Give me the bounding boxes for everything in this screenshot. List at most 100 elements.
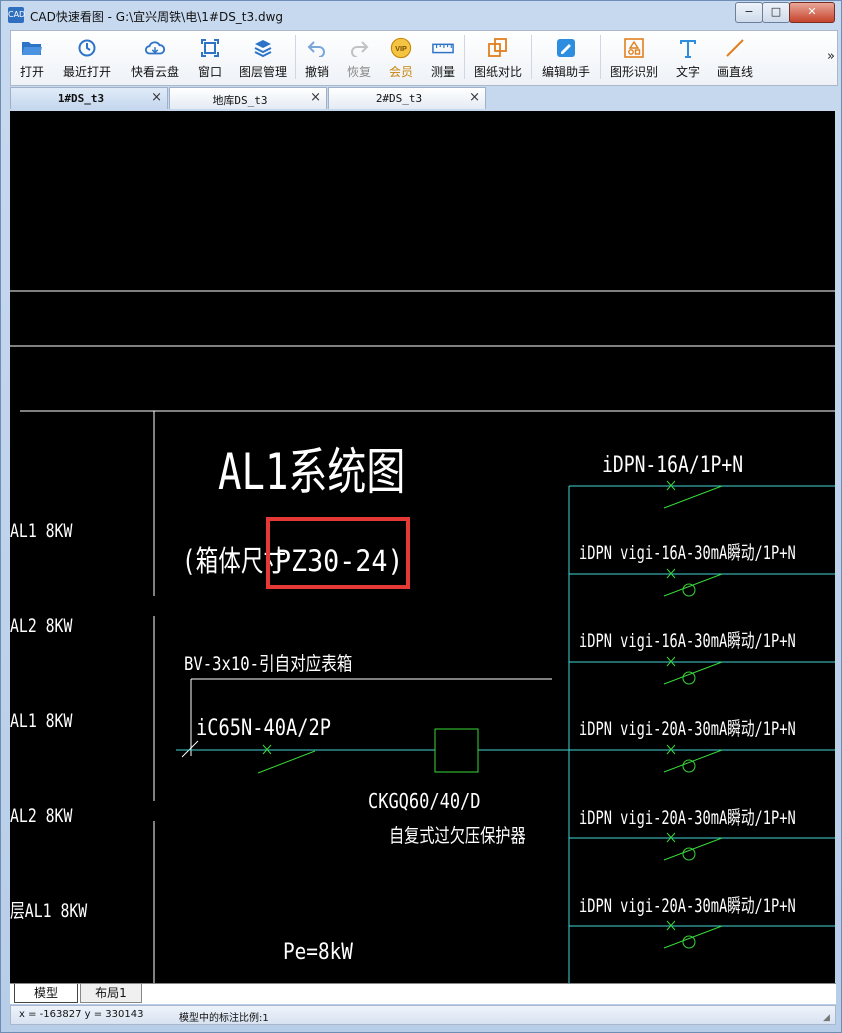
text-button[interactable]: 文字 [667,31,709,83]
window-controls: − □ ✕ [735,2,835,23]
left-load-label: AL1 8KW [10,710,73,732]
app-window: CAD CAD快速看图 - G:\宜兴周铁\电\1#DS_t3.dwg − □ … [0,0,842,1033]
window-title: CAD快速看图 - G:\宜兴周铁\电\1#DS_t3.dwg [30,10,284,24]
box-size-label: (箱体尺寸 [182,545,286,578]
shape-recognize-label: 图形识别 [609,65,658,79]
branch-label: iDPN-16A/1P+N [602,451,743,477]
branch-label: iDPN vigi-20A-30mA瞬动/1P+N [579,807,796,829]
measure-label: 测量 [430,65,455,79]
tab-2ds-t3[interactable]: 2#DS_t3 × [328,87,486,109]
rcd-circle [682,759,696,773]
minimize-button[interactable]: − [735,2,763,23]
annotation-scale: 模型中的标注比例:1 [179,1013,269,1024]
layers-icon [252,37,274,59]
rcd-circle [682,583,696,597]
undo-button[interactable]: 撤销 [296,31,338,83]
left-load-label: AL1 8KW [10,520,73,542]
cloud-button[interactable]: 快看云盘 [121,31,189,83]
redo-icon [348,37,370,59]
branch-label: iDPN vigi-16A-30mA瞬动/1P+N [579,542,796,564]
tab-close-icon[interactable]: × [151,90,162,105]
text-label: 文字 [675,65,700,79]
tab-label: 地库DS_t3 [212,94,268,107]
rcd-circle [682,935,696,949]
text-t-icon [677,37,699,59]
tab-layout1[interactable]: 布局1 [80,984,142,1003]
vip-button[interactable]: VIP 会员 [380,31,422,83]
left-load-label: AL2 8KW [10,805,73,827]
open-button[interactable]: 打开 [11,31,53,83]
shape-recognize-button[interactable]: 图形识别 [601,31,667,83]
recent-label: 最近打开 [62,65,111,79]
redo-button[interactable]: 恢复 [338,31,380,83]
title-bar: CAD CAD快速看图 - G:\宜兴周铁\电\1#DS_t3.dwg − □ … [1,1,841,29]
tab-close-icon[interactable]: × [310,90,321,105]
protector-model: CKGQ60/40/D [368,791,480,814]
branch-switch [663,832,723,861]
main-switch-symbol [257,744,316,774]
vip-badge-icon: VIP [390,37,412,59]
box-size-value: PZ30-24) [275,544,403,578]
edit-assistant-button[interactable]: 编辑助手 [532,31,600,83]
shape-recognize-icon [623,37,645,59]
status-bar: x = -163827 y = 330143 模型中的标注比例:1 ◢ [10,1005,836,1025]
window-label: 窗口 [197,65,222,79]
branch-label: iDPN vigi-16A-30mA瞬动/1P+N [579,630,796,652]
rcd-circle [682,847,696,861]
drawing-title: AL1系统图 [218,442,405,501]
tab-close-icon[interactable]: × [469,90,480,105]
pe-label: Pe=8kW [283,939,353,964]
left-load-label: AL2 8KW [10,615,73,637]
app-logo-icon: CAD [8,7,25,23]
folder-open-icon [21,37,43,59]
ruler-icon [432,37,454,59]
close-window-button[interactable]: ✕ [789,2,835,23]
toolbar-more-button[interactable]: » [827,49,835,64]
recent-button[interactable]: 最近打开 [53,31,121,83]
drawing-canvas[interactable]: AL1 8KW AL2 8KW AL1 8KW AL2 8KW 层AL1 8KW… [10,111,835,983]
draw-line-button[interactable]: 画直线 [709,31,761,83]
tab-label: 1#DS_t3 [57,92,105,105]
redo-label: 恢复 [346,65,371,79]
edit-assistant-icon [555,37,577,59]
undo-icon [306,37,328,59]
protector-box [434,728,479,773]
cloud-icon [144,37,166,59]
tab-1ds-t3[interactable]: 1#DS_t3 × [10,87,168,109]
vip-badge-text: VIP [395,44,407,53]
branch-switch [663,744,723,773]
layers-label: 图层管理 [238,65,287,79]
cad-drawing: AL1 8KW AL2 8KW AL1 8KW AL2 8KW 层AL1 8KW… [10,290,835,983]
undo-label: 撤销 [304,65,329,79]
history-clock-icon [76,37,98,59]
main-toolbar: 打开 最近打开 快看云盘 窗口 图层管理 撤销 恢复 VIP 会员 测量 图纸对… [10,30,838,86]
cloud-label: 快看云盘 [130,65,179,79]
left-load-label: 层AL1 8KW [10,900,88,922]
document-tabs: 1#DS_t3 × 地库DS_t3 × 2#DS_t3 × [10,87,836,111]
draw-line-label: 画直线 [716,65,753,79]
branch-switch [663,920,723,949]
open-label: 打开 [19,65,44,79]
branch-switch [663,568,723,597]
layout-tabs: 模型 布局1 [10,983,836,1004]
tab-label: 2#DS_t3 [375,92,423,105]
cursor-coordinates: x = -163827 y = 330143 [19,1009,144,1020]
measure-button[interactable]: 测量 [422,31,464,83]
resize-grip-icon[interactable]: ◢ [823,1013,833,1023]
edit-assistant-label: 编辑助手 [541,65,590,79]
rcd-circle [682,671,696,685]
compare-button[interactable]: 图纸对比 [465,31,531,83]
restore-button[interactable]: □ [762,2,790,23]
compare-icon [487,37,509,59]
window-icon [199,37,221,59]
tab-model[interactable]: 模型 [14,984,78,1003]
compare-label: 图纸对比 [473,65,522,79]
branch-label: iDPN vigi-20A-30mA瞬动/1P+N [579,718,796,740]
vip-label: 会员 [388,65,413,79]
tab-basement-ds-t3[interactable]: 地库DS_t3 × [169,87,327,109]
window-button[interactable]: 窗口 [189,31,231,83]
layers-button[interactable]: 图层管理 [231,31,295,83]
branch-switch [663,656,723,685]
main-breaker-label: iC65N-40A/2P [196,715,331,741]
branch-switch [663,480,723,509]
